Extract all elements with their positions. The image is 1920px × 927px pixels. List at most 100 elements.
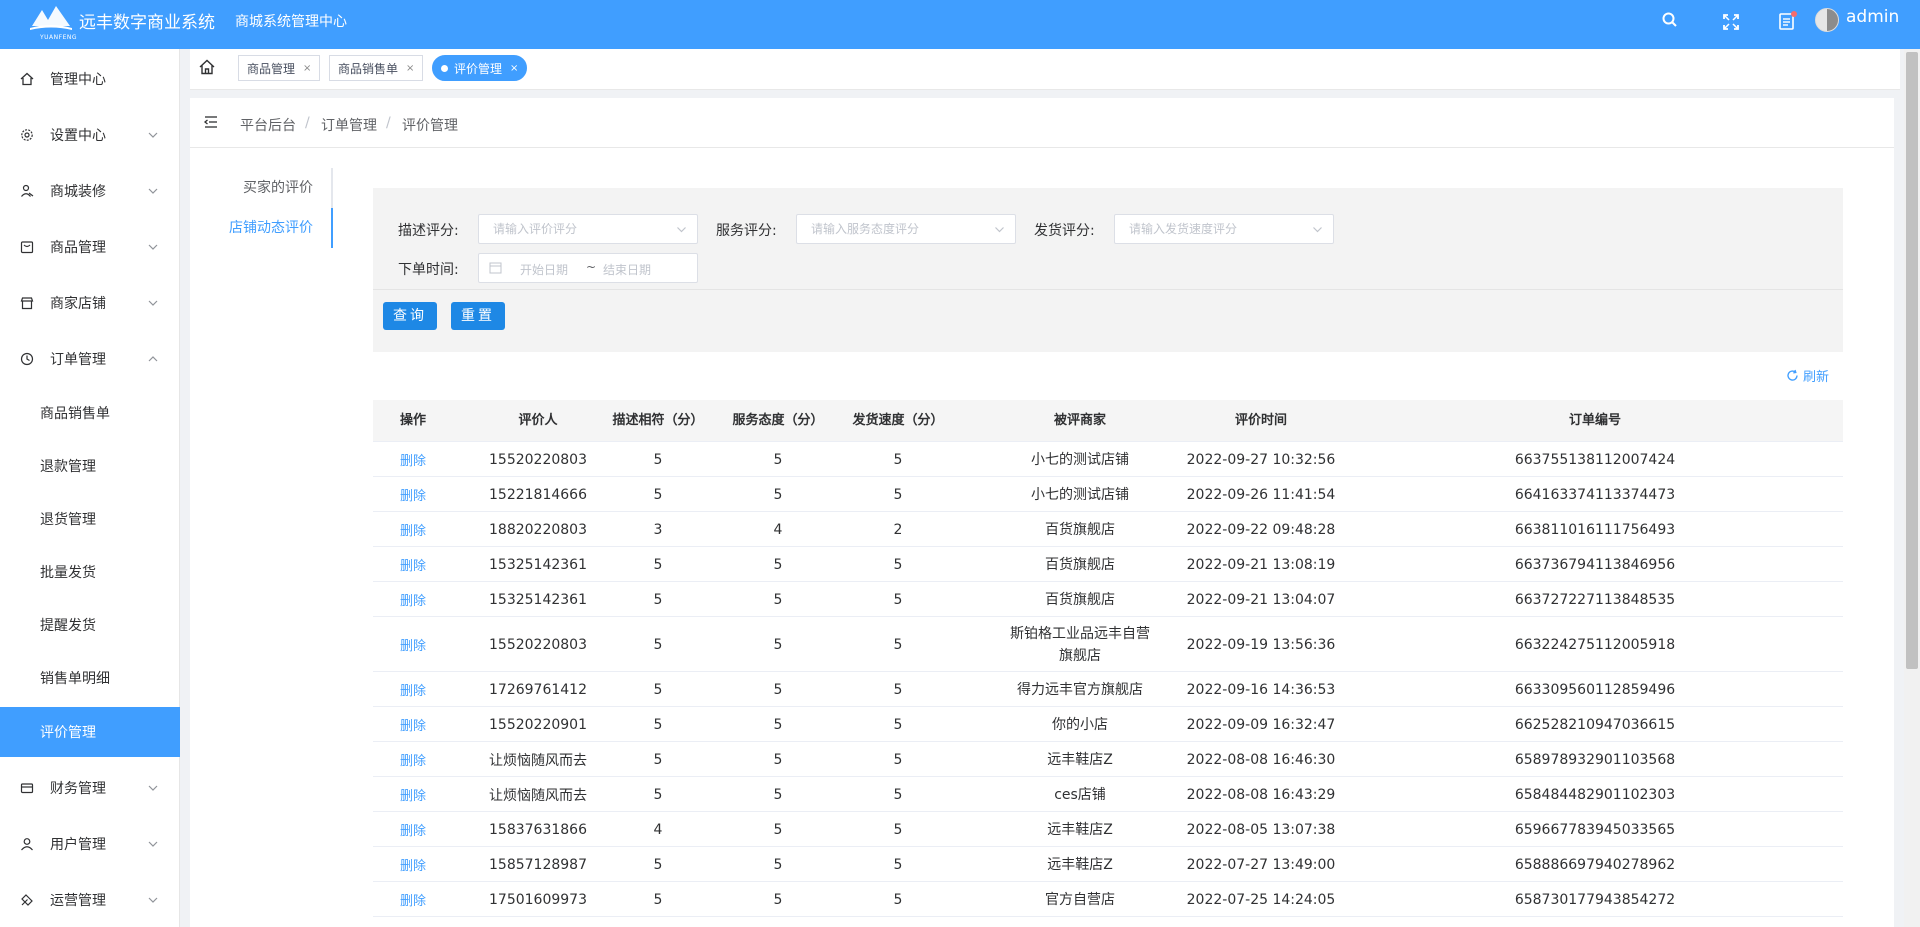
sidebar-subitem-ship-reminder[interactable]: 提醒发货 [0, 600, 180, 650]
sidebar-item-goods[interactable]: 商品管理 [0, 222, 180, 272]
delete-link[interactable]: 删除 [378, 742, 448, 777]
delete-link[interactable]: 删除 [378, 547, 448, 582]
chevron-down-icon [147, 782, 159, 794]
sidebar-subitem-label: 提醒发货 [40, 618, 96, 634]
breadcrumb-item[interactable]: 订单管理 [321, 115, 377, 135]
table-cell: 5 [653, 486, 663, 503]
reset-button[interactable]: 重置 [451, 302, 505, 330]
table-cell: 658484482901102303 [1514, 786, 1676, 803]
delete-link[interactable]: 删除 [378, 847, 448, 882]
chevron-down-icon [1313, 227, 1322, 233]
table-cell: 5 [653, 451, 663, 468]
sidebar-subitem-refunds[interactable]: 退款管理 [0, 441, 180, 491]
sidebar-subitem-label: 批量发货 [40, 565, 96, 581]
ship-score-placeholder: 请输入发货速度评分 [1129, 222, 1238, 236]
date-start-placeholder[interactable]: 开始日期 [520, 261, 568, 278]
table-cell: 2022-07-27 13:49:00 [1186, 856, 1336, 873]
sidebar-subitem-sales-orders[interactable]: 商品销售单 [0, 388, 180, 438]
main-content: 平台后台 / 订单管理 / 评价管理 买家的评价 店铺动态评价 描述评分: 请输… [190, 98, 1894, 927]
avatar[interactable] [1815, 8, 1839, 32]
sidebar-item-operations[interactable]: 运营管理 [0, 875, 180, 925]
sidebar-subitem-reviews[interactable]: 评价管理 [0, 707, 180, 757]
sidebar-item-users[interactable]: 用户管理 [0, 819, 180, 869]
table-row: 删除 15520220803 5 5 5 斯铂格工业品远丰自营旗舰店 2022-09-19 … [373, 617, 1843, 672]
tab-review-management[interactable]: 评价管理 × [432, 55, 528, 81]
sidebar-subitem-label: 退款管理 [40, 459, 96, 475]
desc-score-select[interactable]: 请输入评价评分 [478, 214, 698, 244]
close-icon[interactable]: × [510, 63, 518, 74]
table-cell: 4 [653, 821, 663, 838]
close-icon[interactable]: × [303, 63, 311, 74]
chevron-down-icon [147, 185, 159, 197]
ship-score-label: 发货评分: [1034, 223, 1095, 239]
tab-goods-management[interactable]: 商品管理 × [238, 55, 321, 81]
sidebar-item-finance[interactable]: 财务管理 [0, 763, 180, 813]
tab-sales-orders[interactable]: 商品销售单 × [329, 55, 424, 81]
delete-link[interactable]: 删除 [378, 812, 448, 847]
sidebar-subitem-returns[interactable]: 退货管理 [0, 494, 180, 544]
table-cell: 5 [893, 786, 903, 803]
goods-icon [20, 240, 34, 254]
username[interactable]: admin [1846, 7, 1899, 27]
delete-link[interactable]: 删除 [378, 442, 448, 477]
column-header: 评价人 [518, 413, 558, 428]
home-icon [20, 72, 34, 86]
table-cell: 663224275112005918 [1514, 636, 1676, 653]
table-cell: 5 [773, 486, 783, 503]
delete-link[interactable]: 删除 [378, 707, 448, 742]
table-cell: 5 [893, 821, 903, 838]
scrollbar-thumb[interactable] [1906, 52, 1918, 669]
desc-score-label: 描述评分: [398, 223, 459, 239]
delete-link[interactable]: 删除 [378, 477, 448, 512]
breadcrumb-item[interactable]: 平台后台 [240, 115, 296, 135]
table-cell: 4 [773, 521, 783, 538]
menu-fold-icon[interactable] [203, 114, 219, 130]
table-cell: 2022-09-21 13:08:19 [1186, 556, 1336, 573]
table-cell: 5 [893, 891, 903, 908]
ship-score-select[interactable]: 请输入发货速度评分 [1114, 214, 1334, 244]
sidebar-item-dashboard[interactable]: 管理中心 [0, 54, 180, 104]
table-cell: 658730177943854272 [1514, 891, 1676, 908]
table-cell: 5 [893, 856, 903, 873]
delete-link[interactable]: 删除 [378, 672, 448, 707]
sidebar-subitem-sales-detail[interactable]: 销售单明细 [0, 653, 180, 703]
sidebar-item-decoration[interactable]: 商城装修 [0, 166, 180, 216]
table-cell: 小七的测试店铺 [1031, 451, 1129, 468]
delete-link[interactable]: 删除 [378, 882, 448, 917]
delete-link[interactable]: 删除 [378, 512, 448, 547]
delete-link[interactable]: 删除 [378, 582, 448, 617]
sidebar-subitem-batch-ship[interactable]: 批量发货 [0, 547, 180, 597]
home-icon[interactable] [198, 58, 216, 76]
order-date-range[interactable]: 开始日期 ~ 结束日期 [478, 253, 698, 283]
search-icon[interactable] [1660, 10, 1680, 30]
user-icon [20, 837, 34, 851]
table-cell: 658886697940278962 [1514, 856, 1676, 873]
table-cell: 2022-09-27 10:32:56 [1186, 451, 1336, 468]
delete-link[interactable]: 删除 [378, 617, 448, 672]
chevron-down-icon [147, 894, 159, 906]
refresh-button[interactable]: 刷新 [1786, 366, 1829, 385]
query-button[interactable]: 查询 [383, 302, 437, 330]
fullscreen-icon[interactable] [1721, 12, 1741, 32]
column-header: 发货速度（分） [852, 413, 944, 428]
sidebar-item-settings[interactable]: 设置中心 [0, 110, 180, 160]
table-cell: 15221814666 [489, 486, 587, 503]
message-icon[interactable] [1777, 11, 1797, 31]
desc-score-placeholder: 请输入评价评分 [493, 222, 578, 236]
table-cell: 663755138112007424 [1514, 451, 1676, 468]
date-end-placeholder[interactable]: 结束日期 [603, 261, 651, 278]
table-cell: 2022-09-16 14:36:53 [1186, 681, 1336, 698]
tab-buyer-reviews[interactable]: 买家的评价 [190, 168, 333, 208]
service-score-select[interactable]: 请输入服务态度评分 [796, 214, 1016, 244]
breadcrumb-separator: / [386, 115, 391, 131]
sidebar-item-shops[interactable]: 商家店铺 [0, 278, 180, 328]
table-cell: 斯铂格工业品远丰自营旗舰店 [1010, 625, 1150, 664]
app-title: 远丰数字商业系统 [79, 13, 215, 33]
close-icon[interactable]: × [406, 63, 414, 74]
column-header: 操作 [399, 413, 426, 428]
sidebar-item-orders[interactable]: 订单管理 [0, 334, 180, 384]
table-cell: 5 [653, 556, 663, 573]
tab-shop-dynamic-reviews[interactable]: 店铺动态评价 [190, 208, 333, 248]
delete-link[interactable]: 删除 [378, 777, 448, 812]
table-cell: 5 [773, 636, 783, 653]
